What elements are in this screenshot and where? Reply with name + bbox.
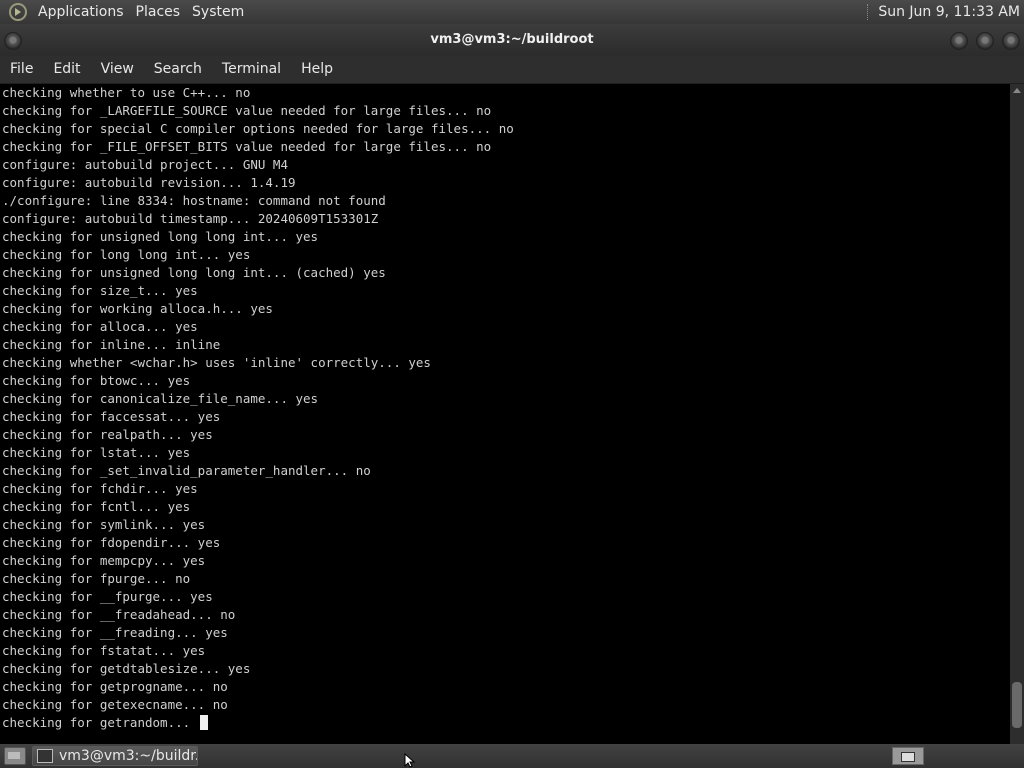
places-menu[interactable]: Places bbox=[130, 0, 187, 24]
taskbar-window-label: vm3@vm3:~/buildr... bbox=[59, 748, 198, 764]
terminal-icon bbox=[37, 749, 53, 763]
terminal-line: checking for working alloca.h... yes bbox=[2, 301, 273, 316]
terminal-line: checking for __freadahead... no bbox=[2, 607, 236, 622]
terminal-line: ./configure: line 8334: hostname: comman… bbox=[2, 193, 386, 208]
terminal-current-line: checking for getrandom... bbox=[2, 714, 208, 732]
terminal-line: checking for fdopendir... yes bbox=[2, 535, 221, 550]
show-desktop-icon[interactable] bbox=[4, 747, 26, 765]
terminal-line: checking for _FILE_OFFSET_BITS value nee… bbox=[2, 139, 492, 154]
terminal-line: checking for size_t... yes bbox=[2, 283, 198, 298]
terminal-line: checking for btowc... yes bbox=[2, 373, 191, 388]
menu-search[interactable]: Search bbox=[144, 56, 212, 83]
terminal-line: checking for fchdir... yes bbox=[2, 481, 198, 496]
window-titlebar[interactable]: vm3@vm3:~/buildroot bbox=[0, 24, 1024, 56]
system-menu[interactable]: System bbox=[186, 0, 250, 24]
terminal-output[interactable]: checking whether to use C++... no checkin… bbox=[0, 84, 1010, 744]
menu-edit[interactable]: Edit bbox=[43, 56, 90, 83]
window-title: vm3@vm3:~/buildroot bbox=[430, 32, 594, 47]
terminal-line: checking for _set_invalid_parameter_hand… bbox=[2, 463, 371, 478]
workspace-switcher[interactable] bbox=[892, 747, 924, 765]
scrollbar-thumb[interactable] bbox=[1012, 682, 1022, 728]
terminal-line: checking for getexecname... no bbox=[2, 697, 228, 712]
mouse-pointer-icon bbox=[404, 753, 416, 768]
terminal-line: checking for canonicalize_file_name... y… bbox=[2, 391, 319, 406]
terminal-line: checking for _LARGEFILE_SOURCE value nee… bbox=[2, 103, 492, 118]
terminal-line: checking for special C compiler options … bbox=[2, 121, 514, 136]
window-menu-icon[interactable] bbox=[4, 32, 22, 50]
minimize-icon[interactable] bbox=[950, 32, 968, 50]
terminal-line: checking whether to use C++... no bbox=[2, 85, 251, 100]
terminal-line: checking for alloca... yes bbox=[2, 319, 198, 334]
terminal-line: checking for lstat... yes bbox=[2, 445, 191, 460]
current-line-text: checking for getrandom... bbox=[2, 715, 198, 730]
menubar: File Edit View Search Terminal Help bbox=[0, 56, 1024, 84]
terminal-line: checking for realpath... yes bbox=[2, 427, 213, 442]
terminal-line: checking for mempcpy... yes bbox=[2, 553, 206, 568]
close-icon[interactable] bbox=[1002, 32, 1020, 50]
bottom-panel: vm3@vm3:~/buildr... bbox=[0, 744, 1024, 768]
terminal-line: checking whether <wchar.h> uses 'inline'… bbox=[2, 355, 431, 370]
applications-menu[interactable]: Applications bbox=[32, 0, 130, 24]
terminal-line: configure: autobuild revision... 1.4.19 bbox=[2, 175, 296, 190]
terminal-line: checking for long long int... yes bbox=[2, 247, 251, 262]
terminal-scrollbar[interactable] bbox=[1010, 84, 1024, 744]
menu-file[interactable]: File bbox=[0, 56, 43, 83]
terminal-line: checking for fstatat... yes bbox=[2, 643, 206, 658]
terminal-line: checking for unsigned long long int... (… bbox=[2, 265, 386, 280]
maximize-icon[interactable] bbox=[976, 32, 994, 50]
clock[interactable]: Sun Jun 9, 11:33 AM bbox=[878, 4, 1024, 20]
terminal-line: checking for __fpurge... yes bbox=[2, 589, 213, 604]
terminal-line: checking for getprogname... no bbox=[2, 679, 228, 694]
menu-view[interactable]: View bbox=[91, 56, 144, 83]
menu-terminal[interactable]: Terminal bbox=[212, 56, 291, 83]
terminal-line: checking for unsigned long long int... y… bbox=[2, 229, 319, 244]
terminal-line: checking for symlink... yes bbox=[2, 517, 206, 532]
terminal-line: checking for fpurge... no bbox=[2, 571, 191, 586]
top-panel: Applications Places System Sun Jun 9, 11… bbox=[0, 0, 1024, 24]
terminal-line: configure: autobuild project... GNU M4 bbox=[2, 157, 288, 172]
terminal-line: checking for getdtablesize... yes bbox=[2, 661, 251, 676]
terminal-line: checking for faccessat... yes bbox=[2, 409, 221, 424]
menu-help[interactable]: Help bbox=[291, 56, 343, 83]
terminal-line: checking for inline... inline bbox=[2, 337, 221, 352]
text-cursor bbox=[199, 715, 208, 730]
panel-separator bbox=[867, 4, 870, 20]
terminal-line: checking for __freading... yes bbox=[2, 625, 228, 640]
scroll-up-icon[interactable] bbox=[1013, 88, 1021, 93]
taskbar-window-button[interactable]: vm3@vm3:~/buildr... bbox=[32, 746, 198, 766]
terminal-line: configure: autobuild timestamp... 202406… bbox=[2, 211, 379, 226]
terminal-line: checking for fcntl... yes bbox=[2, 499, 191, 514]
distro-logo-icon[interactable] bbox=[8, 2, 28, 22]
